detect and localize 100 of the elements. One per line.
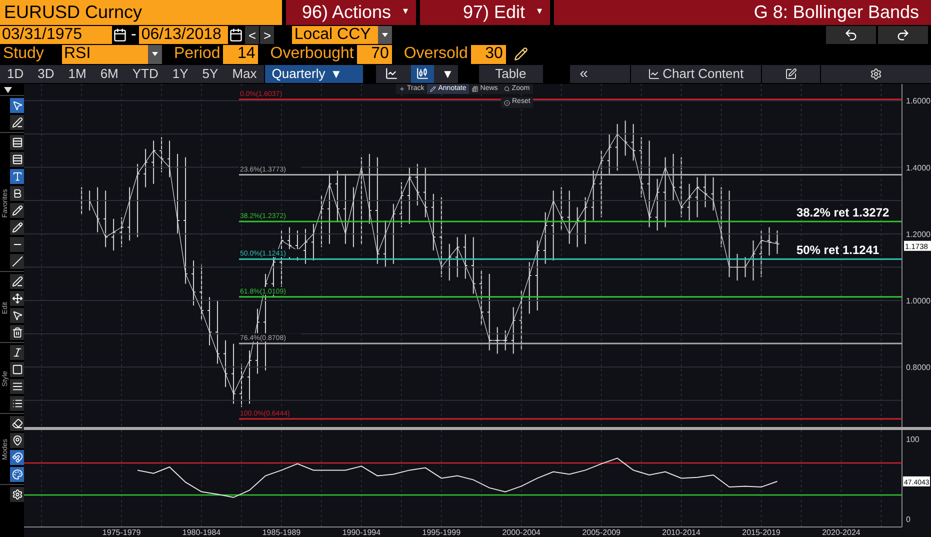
bar-chart-button[interactable]: [410, 64, 434, 83]
calendar-icon[interactable]: [113, 28, 127, 42]
tool-button[interactable]: [10, 379, 24, 394]
axis-tick-label: 1.4000: [906, 163, 930, 172]
next-button[interactable]: >: [260, 26, 274, 44]
dropdown-caret[interactable]: [378, 26, 392, 44]
axis-tick-label: 1990-1994: [342, 528, 381, 537]
line-chart-icon: [384, 67, 398, 80]
study-dropdown[interactable]: RSI: [62, 45, 148, 64]
tool-button[interactable]: [10, 220, 24, 235]
calendar-icon[interactable]: [229, 28, 244, 42]
window-title: G 8: Bollinger Bands: [554, 0, 931, 25]
axis-tick-label: 100: [906, 435, 920, 444]
date-separator: -: [130, 27, 138, 44]
tool-button[interactable]: [10, 396, 24, 411]
axis-tick-label: 2020-2024: [822, 528, 860, 537]
end-date-field[interactable]: 06/13/2018: [139, 26, 228, 44]
range-tab[interactable]: 1M: [61, 64, 94, 83]
axis-tick-label: 1.0000: [906, 296, 930, 306]
axis-tick-label: 0: [906, 515, 910, 524]
redo-button[interactable]: [878, 26, 928, 44]
tool-button[interactable]: [10, 274, 24, 289]
tool-button[interactable]: [10, 254, 24, 269]
text-icon: [12, 171, 22, 182]
tool-button[interactable]: [10, 325, 24, 340]
settings-button[interactable]: [820, 64, 931, 83]
range-tab[interactable]: Max: [225, 64, 264, 83]
collapse-button[interactable]: «: [570, 64, 630, 83]
undo-button[interactable]: [826, 26, 876, 44]
reset-icon: [504, 100, 510, 106]
chart-type-dropdown[interactable]: ▼: [442, 68, 454, 80]
callout-label: 50% ret 1.1241: [796, 243, 880, 258]
tool-button[interactable]: [10, 186, 24, 201]
callout-label: 38.2% ret 1.3272: [796, 205, 890, 220]
table-button[interactable]: Table: [478, 64, 543, 83]
axis-tick-label: 1975-1979: [102, 528, 141, 537]
axis-tick-label: 1.6000: [906, 96, 930, 106]
chart-content-button[interactable]: Chart Content: [630, 64, 761, 83]
tool-button[interactable]: [10, 291, 24, 306]
pencil-icon: [12, 222, 22, 233]
tool-button[interactable]: [10, 237, 24, 252]
tool-button[interactable]: [10, 115, 24, 130]
axis-tick-label: 0.8000: [906, 363, 930, 372]
tool-button[interactable]: [10, 135, 24, 150]
settings-icon: [12, 489, 22, 500]
range-tab[interactable]: 1Y: [165, 64, 196, 83]
rows-icon: [12, 154, 22, 165]
italic-icon: [12, 347, 22, 358]
tool-button[interactable]: [10, 362, 24, 377]
pen-line-icon: [12, 117, 22, 128]
dropdown-caret[interactable]: [148, 45, 162, 64]
tool-button[interactable]: [10, 416, 24, 431]
triangle-icon[interactable]: [4, 87, 12, 93]
square-icon: [12, 364, 22, 375]
magnet-icon: [12, 452, 22, 463]
palette-icon: [12, 469, 22, 480]
tool-button[interactable]: [10, 433, 24, 448]
pen-line-icon: [12, 276, 22, 287]
edit-icon: [784, 68, 797, 80]
edit-button[interactable]: [762, 64, 820, 83]
menu-button[interactable]: 97) Edit ▾: [420, 0, 550, 25]
axis-tick-label: 1995-1999: [422, 528, 461, 537]
parameter-label: Oversold: [404, 46, 468, 62]
parameter-field[interactable]: 70: [356, 45, 392, 64]
settings-icon: [870, 68, 882, 80]
range-tab[interactable]: 3D: [30, 64, 62, 83]
undo-icon: [844, 28, 858, 42]
parameter-field[interactable]: 30: [470, 45, 506, 64]
tool-button[interactable]: [10, 203, 24, 218]
bold-icon: [12, 188, 22, 199]
eraser-icon: [12, 418, 22, 429]
start-date-field[interactable]: 03/31/1975: [0, 26, 112, 44]
menu-button[interactable]: 96) Actions ▾: [286, 0, 416, 25]
study-label: Study: [2, 46, 45, 62]
tool-button[interactable]: [10, 345, 24, 360]
plus-icon: [399, 86, 405, 92]
security-field[interactable]: EURUSD Curncy: [0, 0, 282, 25]
move-icon: [12, 293, 22, 304]
diagonal-line-icon: [12, 256, 22, 267]
search-icon: [504, 86, 510, 92]
range-tab[interactable]: YTD: [125, 64, 166, 83]
previous-button[interactable]: <: [245, 26, 260, 44]
redo-icon: [896, 28, 910, 42]
pencil-icon[interactable]: [514, 47, 528, 62]
pointer-icon: [12, 310, 22, 321]
tool-button[interactable]: [10, 487, 24, 502]
range-tab[interactable]: 1D: [0, 64, 31, 83]
range-tab[interactable]: 6M: [93, 64, 126, 83]
tool-button[interactable]: [10, 152, 24, 167]
range-tab[interactable]: 5Y: [195, 64, 226, 83]
frequency-dropdown[interactable]: Quarterly ▼: [264, 64, 363, 83]
candlestick-icon: [416, 67, 429, 80]
axis-tick-label: 2010-2014: [662, 528, 700, 537]
parameter-field[interactable]: 14: [223, 45, 258, 64]
pencil-icon: [12, 205, 22, 216]
axis-tick-label: 1985-1989: [262, 528, 301, 537]
currency-dropdown[interactable]: Local CCY: [292, 26, 378, 44]
rows-icon: [12, 137, 22, 148]
line-chart-icon: [648, 68, 660, 80]
tool-button[interactable]: [10, 308, 24, 323]
